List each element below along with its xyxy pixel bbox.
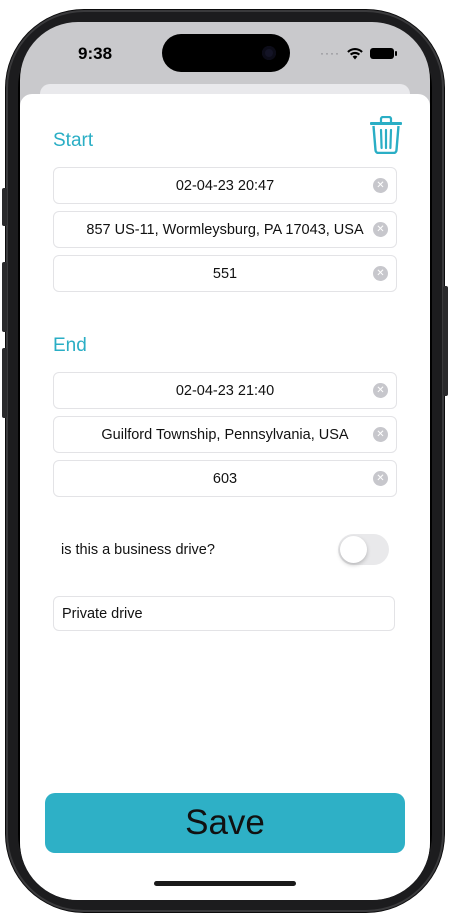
clear-icon[interactable]: ✕ <box>373 383 388 398</box>
dynamic-island <box>162 34 290 72</box>
clear-icon[interactable]: ✕ <box>373 178 388 193</box>
status-bar: 9:38 ···· <box>20 22 430 84</box>
volume-down-button <box>2 348 7 418</box>
status-icons: ···· <box>320 46 397 60</box>
start-odometer-field[interactable]: 551 ✕ <box>53 255 397 292</box>
edit-drive-sheet: Start 02-04-23 20:47 ✕ 857 US-11, Wormle… <box>20 94 430 900</box>
action-button <box>2 188 7 226</box>
start-datetime-field[interactable]: 02-04-23 20:47 ✕ <box>53 167 397 204</box>
status-time: 9:38 <box>78 44 113 63</box>
drive-type-field[interactable]: Private drive <box>53 596 395 631</box>
end-address-value: Guilford Township, Pennsylvania, USA <box>101 426 349 443</box>
end-odometer-value: 603 <box>212 470 238 487</box>
clear-icon[interactable]: ✕ <box>373 266 388 281</box>
end-datetime-field[interactable]: 02-04-23 21:40 ✕ <box>53 372 397 409</box>
wifi-icon <box>347 47 363 59</box>
start-datetime-value: 02-04-23 20:47 <box>175 177 275 194</box>
start-address-field[interactable]: 857 US-11, Wormleysburg, PA 17043, USA ✕ <box>53 211 397 248</box>
end-section-label: End <box>53 335 87 356</box>
end-datetime-value: 02-04-23 21:40 <box>175 382 275 399</box>
volume-up-button <box>2 262 7 332</box>
business-drive-label: is this a business drive? <box>61 542 215 558</box>
end-odometer-field[interactable]: 603 ✕ <box>53 460 397 497</box>
trash-icon[interactable] <box>369 116 403 154</box>
business-drive-toggle[interactable] <box>338 534 389 565</box>
clear-icon[interactable]: ✕ <box>373 427 388 442</box>
cellular-signal-icon: ···· <box>320 46 340 60</box>
drive-type-value: Private drive <box>62 605 143 622</box>
home-indicator <box>154 881 296 886</box>
end-address-field[interactable]: Guilford Township, Pennsylvania, USA ✕ <box>53 416 397 453</box>
battery-icon <box>370 47 397 59</box>
screen: 9:38 ···· Start 02-04-23 20:47 ✕ 857 US-… <box>20 22 430 900</box>
clear-icon[interactable]: ✕ <box>373 222 388 237</box>
start-odometer-value: 551 <box>212 265 238 282</box>
start-section-label: Start <box>53 130 94 151</box>
save-button[interactable]: Save <box>45 793 405 853</box>
clear-icon[interactable]: ✕ <box>373 471 388 486</box>
camera-icon <box>262 46 276 60</box>
power-button <box>443 286 448 396</box>
start-address-value: 857 US-11, Wormleysburg, PA 17043, USA <box>86 221 364 238</box>
toggle-knob <box>340 536 367 563</box>
